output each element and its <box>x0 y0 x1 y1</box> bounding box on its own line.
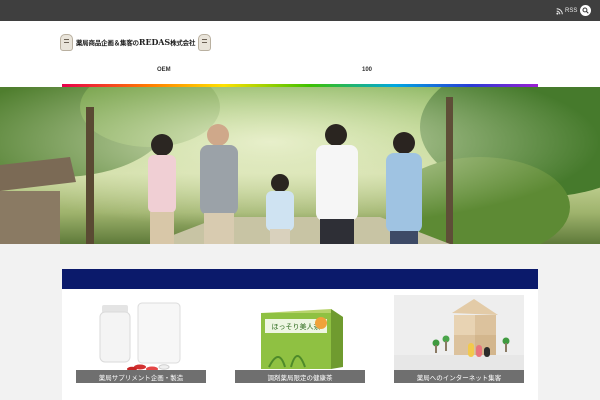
service-image-internet-marketing[interactable] <box>394 295 524 375</box>
logo-suffix: 株式会社 <box>170 39 196 47</box>
mascot-left-icon <box>60 33 73 51</box>
mascot-right-icon <box>198 33 212 51</box>
search-icon <box>582 7 589 14</box>
logo-tagline: 薬局商品企画＆集客の <box>76 39 139 47</box>
nav-item-oem[interactable]: OEM <box>157 67 171 73</box>
hero-image <box>0 87 600 244</box>
services-panel: 薬局サプリメント企画・製造 ほっそり美人茶 調剤薬局限定の健康茶 薬局へのインタ… <box>62 289 538 400</box>
rss-link[interactable]: RSS <box>556 6 577 16</box>
service-image-supplements[interactable] <box>76 295 206 375</box>
family-photo <box>0 87 600 244</box>
top-bar: RSS <box>0 0 600 21</box>
service-label-supplements[interactable]: 薬局サプリメント企画・製造 <box>76 370 206 383</box>
services-header-bar <box>62 269 538 289</box>
rss-icon <box>556 7 563 15</box>
tea-package-text: ほっそり美人茶 <box>272 322 321 331</box>
site-header: 薬局商品企画＆集客のREDAS株式会社 OEM 100 <box>0 21 600 87</box>
logo-brand: REDAS <box>138 37 171 47</box>
service-image-health-tea[interactable]: ほっそり美人茶 <box>235 295 365 375</box>
service-label-internet-marketing[interactable]: 薬局へのインターネット集客 <box>394 370 524 383</box>
service-label-health-tea[interactable]: 調剤薬局限定の健康茶 <box>235 370 365 383</box>
search-button[interactable] <box>580 5 591 16</box>
logo-text: 薬局商品企画＆集客のREDAS株式会社 <box>76 37 195 47</box>
rss-label: RSS <box>565 8 578 14</box>
site-logo[interactable]: 薬局商品企画＆集客のREDAS株式会社 <box>60 33 212 51</box>
nav-item-100[interactable]: 100 <box>362 67 372 73</box>
